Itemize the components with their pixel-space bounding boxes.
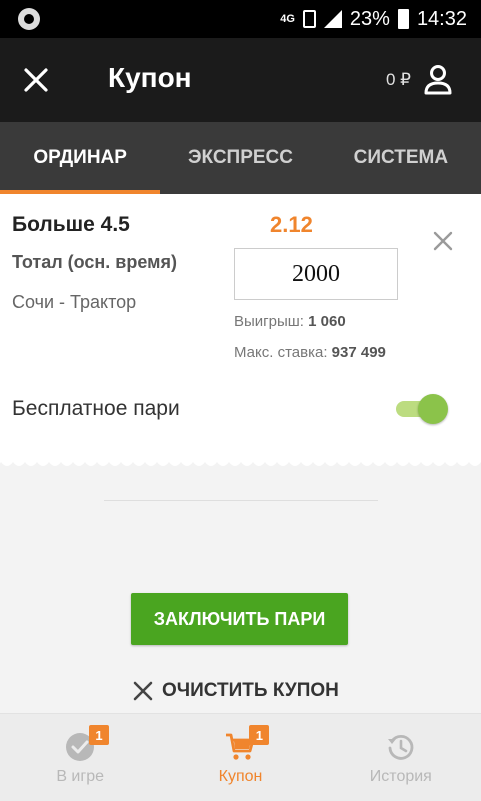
place-bet-button[interactable]: ЗАКЛЮЧИТЬ ПАРИ (131, 593, 348, 645)
user-icon[interactable] (423, 64, 453, 96)
max-stake-label: Макс. ставка: (234, 344, 328, 361)
bet-odds: 2.12 (270, 212, 313, 237)
battery-icon (397, 9, 409, 29)
clear-icon (133, 681, 153, 701)
battery-percent: 23% (349, 7, 390, 30)
tab-express[interactable]: ЭКСПРЕСС (160, 122, 320, 194)
bet-market: Тотал (осн. время) (12, 252, 177, 272)
network-type-icon: 4G (280, 12, 295, 25)
win-value: 1 060 (308, 313, 346, 330)
nav-coupon[interactable]: 1 Купон (160, 714, 320, 801)
app-notification-icon (18, 8, 40, 30)
card-edge (0, 458, 481, 466)
divider (104, 500, 378, 501)
balance: 0 ₽ (386, 70, 411, 89)
nav-history-label: История (369, 768, 432, 785)
max-stake-value: 937 499 (331, 344, 386, 361)
clear-coupon-button[interactable]: ОЧИСТИТЬ КУПОН (132, 676, 339, 706)
sim-icon (302, 10, 316, 28)
toggle-knob (418, 394, 448, 424)
win-label: Выигрыш: (234, 313, 304, 330)
close-icon[interactable] (20, 64, 52, 96)
live-badge: 1 (89, 725, 109, 745)
stake-input[interactable]: 2000 (234, 248, 398, 300)
bet-card: Больше 4.5 Тотал (осн. время) Сочи - Тра… (0, 194, 481, 460)
signal-icon (323, 10, 342, 28)
bottom-navigation: 1 В игре 1 Купон История (0, 713, 481, 801)
bet-type-tabs: ОРДИНАР ЭКСПРЕСС СИСТЕМА (0, 122, 481, 194)
bet-match: Сочи - Трактор (12, 292, 137, 312)
app-header: Купон 0 ₽ (0, 38, 481, 122)
clock: 14:32 (416, 7, 467, 30)
free-bet-toggle[interactable] (396, 394, 448, 424)
tab-single[interactable]: ОРДИНАР (0, 122, 161, 194)
clear-coupon-label: ОЧИСТИТЬ КУПОН (162, 680, 339, 701)
potential-win: Выигрыш: 1 060 (234, 313, 346, 330)
tab-system[interactable]: СИСТЕМА (321, 122, 481, 194)
nav-live-label: В игре (56, 768, 104, 785)
page-title: Купон (108, 62, 192, 93)
max-stake: Макс. ставка: 937 499 (234, 344, 386, 361)
history-icon (387, 734, 414, 760)
nav-live[interactable]: 1 В игре (0, 714, 160, 801)
nav-history[interactable]: История (321, 714, 481, 801)
bet-title: Больше 4.5 (12, 213, 130, 236)
remove-bet-icon[interactable] (432, 230, 454, 252)
status-bar: 4G 23% 14:32 (0, 0, 481, 38)
coupon-badge: 1 (249, 725, 270, 745)
nav-coupon-label: Купон (218, 768, 263, 785)
free-bet-label: Бесплатное пари (12, 397, 180, 420)
